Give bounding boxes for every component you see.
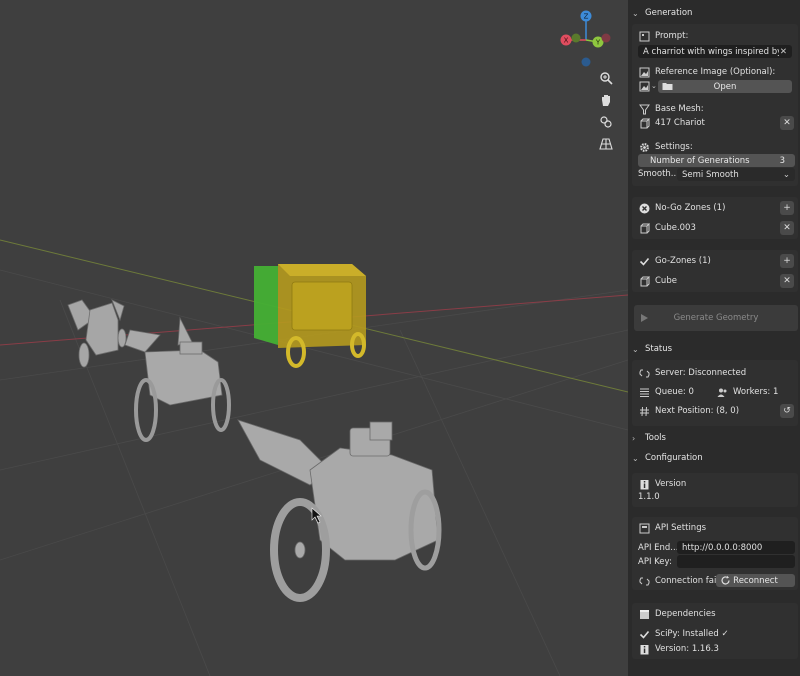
- chevron-down-icon: ⌄: [782, 169, 790, 180]
- chariot-mesh-3[interactable]: [237, 419, 442, 602]
- remove-go-zone-button[interactable]: ✕: [780, 274, 794, 288]
- gear-icon: [638, 141, 650, 153]
- workers-row: Workers: 1: [716, 386, 778, 398]
- refresh-icon: [720, 575, 731, 589]
- users-icon: [716, 386, 728, 398]
- reconnect-button[interactable]: Reconnect: [716, 574, 795, 587]
- api-icon: [638, 522, 650, 534]
- tools-panel-header[interactable]: › Tools: [632, 430, 666, 446]
- sidebar-panel: ⌄ Generation Prompt: A charriot with win…: [628, 0, 800, 676]
- chevron-down-icon: ⌄: [632, 8, 639, 18]
- nogo-zones-header: No-Go Zones (1): [638, 202, 725, 214]
- broken-link-icon: [638, 367, 650, 379]
- smooth-label-row: Smooth...: [638, 169, 679, 179]
- navigation-gizmo[interactable]: Z Y X: [556, 8, 616, 70]
- add-nogo-zone-button[interactable]: +: [780, 201, 794, 215]
- version-value: 1.1.0: [638, 492, 660, 502]
- reset-position-button[interactable]: ↺: [780, 404, 794, 418]
- scene-canvas[interactable]: [0, 0, 628, 676]
- zoom-icon[interactable]: [596, 68, 616, 88]
- mesh-cube-icon: [638, 117, 650, 129]
- checkmark-icon: [638, 255, 650, 267]
- image-dropdown-icon[interactable]: [638, 80, 650, 92]
- status-panel: Server: Disconnected Queue: 0 Workers: 1…: [632, 360, 798, 426]
- remove-nogo-zone-button[interactable]: ✕: [780, 221, 794, 235]
- chevron-down-icon: ⌄: [632, 453, 639, 463]
- generation-panel-header[interactable]: ⌄ Generation: [632, 5, 692, 21]
- info-icon: [638, 478, 650, 490]
- version-panel: Version 1.1.0: [632, 473, 798, 507]
- dependencies-panel: Dependencies SciPy: Installed ✓ Version:…: [632, 603, 798, 659]
- x-circle-icon: [638, 202, 650, 214]
- folder-icon: [662, 81, 673, 94]
- neg-z-handle[interactable]: [581, 57, 591, 67]
- 3d-viewport[interactable]: Z Y X: [0, 0, 628, 676]
- chariot-mesh-2[interactable]: [124, 316, 231, 442]
- play-icon: [640, 313, 649, 326]
- add-go-zone-button[interactable]: +: [780, 254, 794, 268]
- generate-geometry-button[interactable]: Generate Geometry: [634, 305, 798, 331]
- clear-base-mesh-button[interactable]: ✕: [780, 116, 794, 130]
- hand-pan-icon[interactable]: [596, 90, 616, 110]
- go-zones-header: Go-Zones (1): [638, 255, 711, 267]
- package-icon: [638, 608, 650, 620]
- svg-text:X: X: [564, 37, 569, 45]
- base-mesh-field[interactable]: 417 Chariot: [638, 117, 705, 129]
- scipy-version-row: Version: 1.16.3: [638, 643, 719, 655]
- generation-panel: Prompt: A charriot with wings inspired b…: [632, 24, 798, 186]
- neg-x-handle[interactable]: [601, 33, 611, 43]
- hash-icon: [638, 405, 650, 417]
- go-zone-cube[interactable]: [254, 266, 278, 345]
- api-endpoint-label: API End...: [638, 543, 679, 553]
- nogo-zone-item[interactable]: Cube.003: [638, 222, 696, 234]
- prompt-icon: [638, 30, 650, 42]
- list-icon: [638, 386, 650, 398]
- version-label-row: Version: [638, 478, 686, 490]
- prompt-input[interactable]: A charriot with wings inspired by r... ✕: [638, 45, 792, 58]
- mesh-cube-icon: [638, 275, 650, 287]
- prompt-label-row: Prompt:: [638, 30, 688, 42]
- clear-prompt-icon[interactable]: ✕: [780, 47, 787, 57]
- neg-y-handle[interactable]: [571, 33, 581, 43]
- nogo-zones-panel: No-Go Zones (1) + Cube.003 ✕: [632, 197, 798, 239]
- image-icon: [638, 66, 650, 78]
- mesh-cube-icon: [638, 222, 650, 234]
- chevron-down-icon: ⌄: [651, 82, 657, 90]
- smooth-dropdown[interactable]: Semi Smooth ⌄: [677, 168, 795, 181]
- api-endpoint-input[interactable]: http://0.0.0.0:8000: [677, 541, 795, 554]
- base-mesh-label-row: Base Mesh:: [638, 103, 704, 115]
- dependencies-label-row: Dependencies: [638, 608, 716, 620]
- scipy-status-row: SciPy: Installed ✓: [638, 628, 729, 640]
- api-settings-label-row: API Settings: [638, 522, 706, 534]
- image-selector[interactable]: ⌄: [638, 80, 657, 92]
- chariot-mesh-1[interactable]: [67, 299, 127, 368]
- broken-link-icon: [638, 575, 650, 587]
- chevron-right-icon: ›: [632, 433, 636, 443]
- svg-text:Z: Z: [584, 13, 589, 21]
- api-key-input[interactable]: [677, 555, 795, 568]
- status-panel-header[interactable]: ⌄ Status: [632, 341, 672, 357]
- settings-label-row: Settings:: [638, 141, 693, 153]
- checkmark-icon: [638, 628, 650, 640]
- configuration-panel-header[interactable]: ⌄ Configuration: [632, 450, 703, 466]
- go-zone-item[interactable]: Cube: [638, 275, 677, 287]
- connection-status-row: Connection fai...: [638, 575, 724, 587]
- number-of-generations-slider[interactable]: Number of Generations 3: [638, 154, 795, 167]
- api-settings-panel: API Settings API End... http://0.0.0.0:8…: [632, 517, 798, 590]
- camera-icon[interactable]: [596, 112, 616, 132]
- svg-text:Y: Y: [595, 39, 601, 47]
- api-key-label: API Key:: [638, 557, 672, 567]
- server-status-row: Server: Disconnected: [638, 367, 746, 379]
- funnel-icon: [638, 103, 650, 115]
- go-zones-panel: Go-Zones (1) + Cube ✕: [632, 250, 798, 292]
- queue-row: Queue: 0: [638, 386, 694, 398]
- next-position-row: Next Position: (8, 0): [638, 405, 739, 417]
- info-icon: [638, 643, 650, 655]
- perspective-grid-icon[interactable]: [596, 134, 616, 154]
- open-image-button[interactable]: Open: [658, 80, 792, 93]
- reference-label-row: Reference Image (Optional):: [638, 66, 775, 78]
- chevron-down-icon: ⌄: [632, 344, 639, 354]
